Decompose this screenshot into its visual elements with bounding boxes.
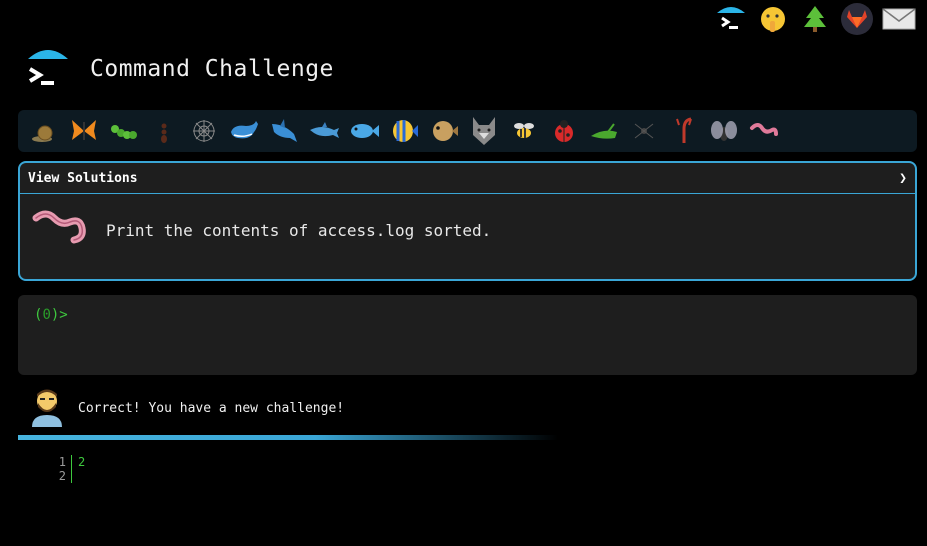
wolf-icon[interactable] [466, 113, 502, 149]
worm-icon [32, 208, 88, 252]
scorpion-icon[interactable] [666, 113, 702, 149]
line-text [72, 469, 78, 483]
terminal-prompt: (0)> [34, 307, 68, 323]
editor-line: 2 [56, 469, 85, 483]
fly-icon[interactable] [706, 113, 742, 149]
page-header: Command Challenge [26, 47, 334, 91]
progress-bar [18, 435, 558, 440]
bearded-man-avatar-icon [30, 385, 64, 431]
blowfish-icon[interactable] [426, 113, 462, 149]
chevron-right-icon: ❯ [899, 170, 907, 186]
page-title: Command Challenge [90, 56, 334, 82]
gitlab-icon[interactable] [839, 2, 875, 36]
envelope-icon[interactable] [881, 2, 917, 36]
challenge-card: View Solutions ❯ Print the contents of a… [18, 161, 917, 281]
editor-line: 1 2 [56, 455, 85, 469]
shark-icon[interactable] [266, 113, 302, 149]
spider-icon[interactable] [626, 113, 662, 149]
dolphin-icon[interactable] [306, 113, 342, 149]
feedback-text: Correct! You have a new challenge! [78, 400, 345, 416]
worm-icon[interactable] [746, 113, 782, 149]
challenge-text: Print the contents of access.log sorted. [106, 220, 492, 240]
line-number: 1 [56, 455, 72, 469]
bee-icon[interactable] [506, 113, 542, 149]
ant-icon[interactable] [146, 113, 182, 149]
prompt-counter: 0 [42, 307, 51, 323]
view-solutions-toggle[interactable]: View Solutions ❯ [20, 163, 915, 194]
terminal-input[interactable]: (0)> [18, 295, 917, 375]
tropical-fish-icon[interactable] [386, 113, 422, 149]
feedback-message: Correct! You have a new challenge! [30, 385, 344, 431]
caterpillar-icon[interactable] [106, 113, 142, 149]
tree-icon[interactable] [797, 2, 833, 36]
line-text: 2 [78, 455, 86, 469]
whale-icon[interactable] [226, 113, 262, 149]
view-solutions-label: View Solutions [28, 170, 138, 186]
snail-icon[interactable] [26, 113, 62, 149]
terminal-umbrella-icon[interactable] [713, 2, 749, 36]
output-editor: 1 2 2 [56, 455, 85, 483]
spider-web-icon[interactable] [186, 113, 222, 149]
top-icon-bar [713, 2, 917, 36]
shushing-face-icon[interactable] [755, 2, 791, 36]
fish-icon[interactable] [346, 113, 382, 149]
cricket-icon[interactable] [586, 113, 622, 149]
ladybug-icon[interactable] [546, 113, 582, 149]
critter-bar [18, 110, 917, 152]
butterfly-icon[interactable] [66, 113, 102, 149]
line-number: 2 [56, 469, 72, 483]
logo-icon[interactable] [26, 47, 70, 91]
